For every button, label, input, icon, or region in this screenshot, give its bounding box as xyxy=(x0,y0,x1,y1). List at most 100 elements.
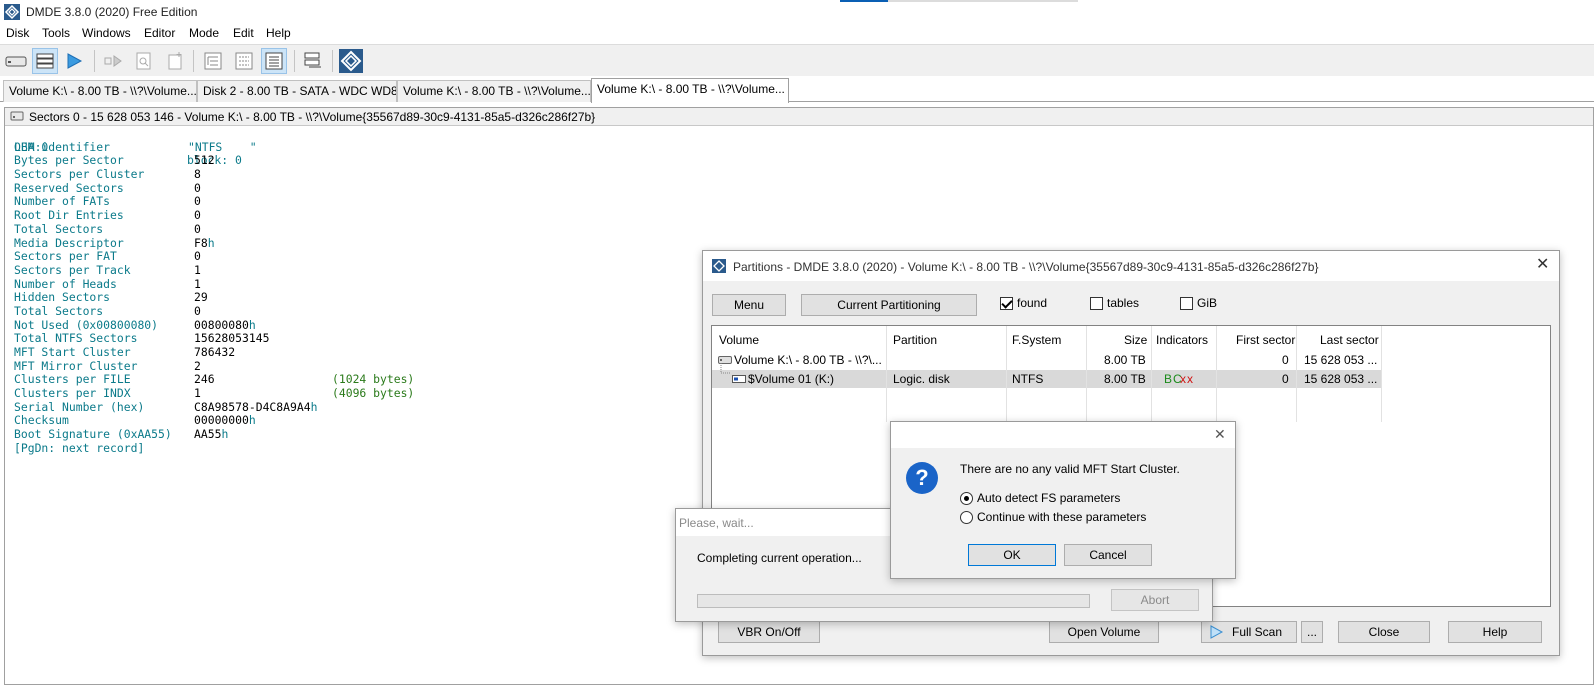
tree-view-button[interactable] xyxy=(200,48,226,74)
column-header-size[interactable]: Size xyxy=(1124,333,1147,347)
field-label: Clusters per INDX xyxy=(14,386,131,401)
field-value[interactable]: 1 xyxy=(194,386,201,401)
field-value[interactable]: 0 xyxy=(194,249,201,264)
field-value-text: 0 xyxy=(194,249,201,264)
field-value[interactable]: 15628053145 xyxy=(194,331,269,346)
field-label: Checksum xyxy=(14,413,69,428)
panel-button[interactable] xyxy=(300,48,326,74)
field-value[interactable]: 0 xyxy=(194,180,201,196)
field-value-text: 2 xyxy=(194,358,201,373)
field-label: MFT Mirror Cluster xyxy=(14,358,138,373)
message-title-bar: ✕ xyxy=(891,422,1235,448)
gib-checkbox[interactable]: GiB xyxy=(1180,296,1217,310)
menu-mode[interactable]: Mode xyxy=(189,26,219,40)
record-row: Sectors per Cluster 8 xyxy=(14,167,694,182)
menu-help[interactable]: Help xyxy=(266,26,291,40)
title-bar: DMDE 3.8.0 (2020) Free Edition xyxy=(0,0,1594,24)
menu-editor[interactable]: Editor xyxy=(144,26,175,40)
auto-detect-radio[interactable]: Auto detect FS parameters xyxy=(960,491,1120,505)
close-icon[interactable]: ✕ xyxy=(1536,257,1549,273)
field-label: Boot Signature (0xAA55) xyxy=(14,427,172,442)
drive-button[interactable] xyxy=(3,48,29,74)
record-row: Hidden Sectors 29 xyxy=(14,290,694,305)
details-view-button[interactable] xyxy=(231,48,257,74)
field-value-text: 00000000 xyxy=(194,413,249,428)
record-row: Total Sectors 0 xyxy=(14,221,694,237)
field-value[interactable]: 29 xyxy=(194,290,208,305)
field-value[interactable]: 00000000h xyxy=(194,414,256,428)
menu-disk[interactable]: Disk xyxy=(6,26,29,40)
field-value-text: 0 xyxy=(194,221,201,236)
toolbar-separator xyxy=(332,50,333,72)
field-value[interactable]: 8 xyxy=(194,167,201,182)
play-button[interactable] xyxy=(61,48,87,74)
sector-view-icon xyxy=(265,52,283,70)
cancel-button[interactable]: Cancel xyxy=(1064,544,1152,566)
field-value[interactable]: 1 xyxy=(194,263,201,278)
field-value[interactable]: AA55h xyxy=(194,427,228,442)
sector-view-button[interactable] xyxy=(261,48,287,74)
play-icon xyxy=(67,53,83,69)
search-button xyxy=(131,48,157,74)
next-record-link[interactable]: [PgDn: next record] xyxy=(14,441,694,456)
column-divider xyxy=(1151,326,1152,422)
tab-disk-2[interactable]: Disk 2 - 8.00 TB - SATA - WDC WD8... xyxy=(197,80,397,102)
list-icon xyxy=(36,53,54,69)
menu-windows[interactable]: Windows xyxy=(82,26,131,40)
field-value[interactable]: 2 xyxy=(194,358,201,374)
continue-radio[interactable]: Continue with these parameters xyxy=(960,510,1146,524)
tab-volume-k-active[interactable]: Volume K:\ - 8.00 TB - \\?\Volume... xyxy=(591,78,789,103)
column-header-first-sector[interactable]: First sector xyxy=(1236,333,1295,347)
field-value-text: 786432 xyxy=(194,345,236,359)
field-value[interactable]: F8h xyxy=(194,236,215,251)
record-row: Bytes per Sector 512 xyxy=(14,154,694,168)
field-value[interactable]: 0 xyxy=(194,208,201,223)
field-value-text: 0 xyxy=(194,180,201,195)
menu-edit[interactable]: Edit xyxy=(233,26,254,40)
hex-suffix: h xyxy=(310,399,318,414)
field-value[interactable]: 246 xyxy=(194,373,215,387)
field-value[interactable]: 786432 xyxy=(194,345,236,360)
close-button[interactable]: Close xyxy=(1338,621,1430,643)
auto-detect-label: Auto detect FS parameters xyxy=(977,491,1121,505)
abort-button[interactable]: Abort xyxy=(1111,589,1199,611)
vbr-toggle-button[interactable]: VBR On/Off xyxy=(718,621,820,643)
partitions-button[interactable] xyxy=(32,48,58,74)
menu-tools[interactable]: Tools xyxy=(42,26,70,40)
field-value[interactable]: "NTFS " xyxy=(188,140,257,155)
field-value[interactable]: 1 xyxy=(194,277,201,292)
tables-checkbox[interactable]: tables xyxy=(1090,296,1139,310)
full-scan-button[interactable]: Full Scan xyxy=(1201,621,1297,643)
column-divider xyxy=(1006,326,1007,422)
field-value[interactable]: C8A98578-D4C8A9A4h xyxy=(194,399,318,415)
tab-volume-k-2[interactable]: Volume K:\ - 8.00 TB - \\?\Volume... xyxy=(397,80,591,102)
field-value[interactable]: 512 xyxy=(194,154,215,168)
indicator-xx: xx xyxy=(1180,372,1194,386)
field-value[interactable]: 0 xyxy=(194,304,201,319)
current-partitioning-button[interactable]: Current Partitioning xyxy=(801,294,977,316)
field-value[interactable]: 0 xyxy=(194,221,201,237)
column-header-volume[interactable]: Volume xyxy=(719,333,759,347)
please-wait-title: Please, wait... xyxy=(679,516,754,530)
found-checkbox[interactable]: found xyxy=(1000,296,1047,310)
tab-volume-k-1[interactable]: Volume K:\ - 8.00 TB - \\?\Volume... xyxy=(3,80,197,102)
checkbox-unchecked xyxy=(1090,296,1103,310)
more-options-button[interactable]: ... xyxy=(1301,621,1323,643)
menu-button[interactable]: Menu xyxy=(712,294,786,316)
field-value[interactable]: 0 xyxy=(194,195,201,209)
partition-cell: Logic. disk xyxy=(893,372,950,386)
dmde-home-button[interactable] xyxy=(338,48,364,74)
close-icon[interactable]: ✕ xyxy=(1214,427,1226,441)
hex-suffix: h xyxy=(248,317,256,332)
ok-button[interactable]: OK xyxy=(968,544,1056,566)
column-header-fsystem[interactable]: F.System xyxy=(1012,333,1061,347)
radio-unselected xyxy=(960,510,973,524)
open-volume-button[interactable]: Open Volume xyxy=(1049,621,1159,643)
column-header-indicators[interactable]: Indicators xyxy=(1156,333,1208,347)
help-button[interactable]: Help xyxy=(1448,621,1542,643)
field-label: Not Used (0x00800080) xyxy=(14,317,159,332)
checkbox-unchecked xyxy=(1180,296,1193,310)
column-header-last-sector[interactable]: Last sector xyxy=(1320,333,1379,347)
field-value[interactable]: 00800080h xyxy=(194,317,256,333)
column-header-partition[interactable]: Partition xyxy=(893,333,937,347)
